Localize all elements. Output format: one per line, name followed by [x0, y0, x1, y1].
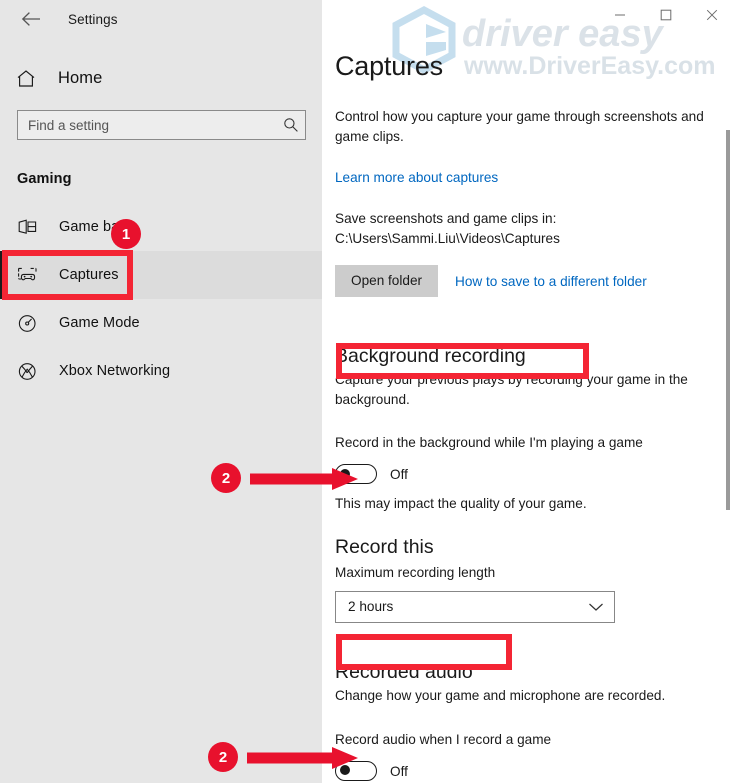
learn-more-link[interactable]: Learn more about captures [335, 169, 498, 187]
home-icon [16, 69, 42, 88]
sidebar-item-xbox-networking[interactable]: Xbox Networking [0, 347, 322, 395]
background-toggle-label: Record in the background while I'm playi… [335, 435, 643, 451]
search-icon[interactable] [277, 117, 305, 133]
save-path-text: Save screenshots and game clips in: C:\U… [335, 211, 560, 246]
section-description: Capture your previous plays by recording… [335, 372, 688, 408]
search-input[interactable] [18, 117, 277, 133]
background-toggle-row: Off [335, 464, 713, 485]
settings-content: Captures Control how you capture your ga… [322, 0, 735, 782]
intro-text: Control how you capture your game throug… [335, 109, 704, 144]
section-heading: Background recording [335, 345, 526, 367]
game-mode-icon [17, 314, 43, 333]
sidebar: Settings Home Gaming [0, 0, 322, 783]
max-recording-length-select[interactable]: 2 hours [335, 590, 615, 623]
sidebar-item-label: Game Mode [59, 315, 140, 331]
close-icon[interactable] [689, 0, 735, 30]
annotation-badge-2-lower: 2 [208, 742, 238, 772]
app-title: Settings [68, 11, 118, 27]
section-heading: Recorded audio [335, 660, 473, 683]
record-this-section: Record this Maximum recording length 2 h… [335, 536, 713, 623]
game-bar-icon [17, 218, 43, 236]
sidebar-item-home[interactable]: Home [0, 61, 322, 95]
search-box[interactable] [17, 110, 306, 140]
back-arrow-icon[interactable] [10, 4, 52, 34]
annotation-arrow-upper [250, 468, 358, 490]
folder-actions: Open folder How to save to a different f… [335, 265, 713, 297]
audio-toggle-state: Off [390, 763, 408, 779]
background-note: This may impact the quality of your game… [335, 496, 587, 512]
xbox-icon [17, 362, 43, 381]
chevron-down-icon [588, 602, 604, 612]
audio-toggle-row: Off [335, 761, 713, 782]
annotation-badge-1: 1 [111, 219, 141, 249]
scrollbar[interactable] [721, 30, 735, 783]
section-description: Change how your game and microphone are … [335, 688, 666, 704]
sidebar-item-game-mode[interactable]: Game Mode [0, 299, 322, 347]
sidebar-item-captures[interactable]: Captures [0, 251, 322, 299]
annotation-arrow-lower [247, 747, 358, 769]
recorded-audio-section: Recorded audio Change how your game and … [335, 660, 713, 782]
open-folder-button[interactable]: Open folder [335, 265, 439, 297]
background-recording-section: Background recording Capture your previo… [335, 345, 713, 513]
settings-window: Settings Home Gaming [0, 0, 735, 783]
annotation-badge-2-upper: 2 [211, 463, 241, 493]
different-folder-link[interactable]: How to save to a different folder [455, 274, 647, 289]
sidebar-nav: Game bar Captures Game Mode Xbox Network… [0, 203, 322, 395]
scrollbar-thumb[interactable] [726, 130, 730, 510]
sidebar-group-title: Gaming [17, 171, 72, 187]
maximize-icon[interactable] [643, 0, 689, 30]
window-controls [597, 0, 735, 30]
section-heading: Record this [335, 536, 434, 559]
sidebar-item-label: Xbox Networking [59, 363, 171, 379]
background-toggle-state: Off [390, 466, 408, 482]
max-length-label: Maximum recording length [335, 564, 496, 580]
home-label: Home [58, 68, 103, 87]
sidebar-item-game-bar[interactable]: Game bar [0, 203, 322, 251]
select-value: 2 hours [348, 599, 394, 615]
title-bar: Settings [0, 0, 322, 38]
sidebar-item-label: Captures [59, 267, 119, 283]
audio-toggle-label: Record audio when I record a game [335, 732, 552, 748]
minimize-icon[interactable] [597, 0, 643, 30]
main-panel: driver easy www.DriverEasy.com Captures … [322, 0, 735, 783]
captures-icon [17, 266, 43, 284]
